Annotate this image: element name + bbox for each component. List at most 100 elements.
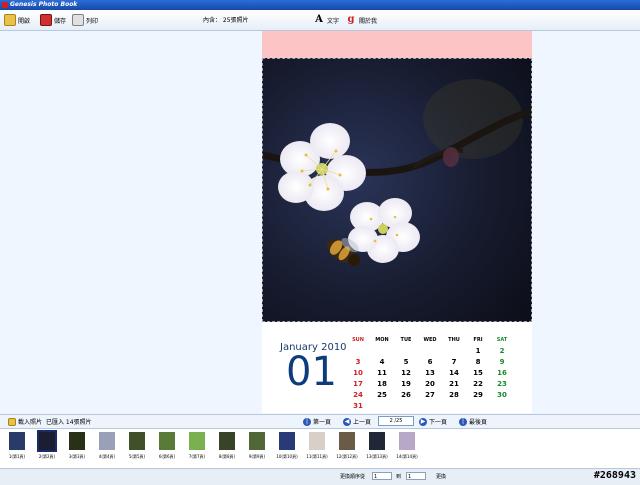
swap-button[interactable]: 更換 [436, 473, 446, 480]
calendar-week-row: 3 4 5 6 7 8 9 [346, 357, 514, 368]
photo-plum-blossom-bee [263, 59, 531, 321]
font-button[interactable]: A 文字 [313, 13, 339, 27]
calendar-date: 16 [497, 369, 507, 377]
arrow-right-icon: ▶ [419, 417, 427, 426]
calendar-weekday-row: SUN MON TUE WED THU FRI SAT [346, 335, 514, 346]
thumbnail-item[interactable]: 11(第11頁) [302, 432, 332, 466]
calendar-date: 13 [425, 369, 435, 377]
calendar-date: 26 [401, 391, 411, 399]
thumbnail-image [37, 430, 57, 452]
calendar-date: 1 [475, 347, 481, 355]
calendar-date: 23 [497, 380, 507, 388]
thumbnail-image [189, 432, 205, 450]
calendar-date: 24 [353, 391, 363, 399]
next-page-label: 下一頁 [429, 419, 448, 426]
calendar-weekday: TUE [400, 337, 412, 343]
thumbnail-item[interactable]: 9(第9頁) [242, 432, 272, 466]
calendar-date: 3 [355, 358, 361, 366]
thumbnail-item[interactable]: 14(第14頁) [392, 432, 422, 466]
prev-page-label: 上一頁 [353, 419, 372, 426]
printer-icon [72, 14, 84, 26]
page-photo[interactable] [262, 58, 532, 322]
calendar-week-row: 12 [346, 346, 514, 357]
calendar-date: 22 [473, 380, 483, 388]
calendar-date: 27 [425, 391, 435, 399]
toolbar: 開啟 儲存 列印 A 文字 g 關於我 [0, 10, 640, 31]
open-button[interactable]: 開啟 [4, 13, 30, 27]
save-button[interactable]: 儲存 [40, 13, 66, 27]
next-page-button[interactable]: ▶ 下一頁 [419, 417, 447, 426]
thumbnail-label: 8(第8頁) [218, 454, 236, 459]
thumbnail-label: 2(第2頁) [38, 454, 56, 459]
thumbnail-item[interactable]: 7(第7頁) [182, 432, 212, 466]
thumbnail-item[interactable]: 8(第8頁) [212, 432, 242, 466]
calendar-date [370, 401, 394, 412]
calendar-date: 29 [473, 391, 483, 399]
calendar-date [418, 401, 442, 412]
thumbnail-item[interactable]: 5(第5頁) [122, 432, 152, 466]
window-title: Genesis Photo Book [10, 1, 78, 8]
calendar-weekday: WED [423, 337, 437, 343]
thumbnail-label: 12(第12頁) [336, 454, 358, 459]
print-button[interactable]: 列印 [72, 13, 98, 27]
title-bar: Genesis Photo Book [0, 0, 640, 10]
thumbnail-image [309, 432, 325, 450]
thumbnail-image [99, 432, 115, 450]
first-page-button[interactable]: | 第一頁 [303, 417, 331, 426]
calendar-date: 14 [449, 369, 459, 377]
navigation-bar: 載入照片 已匯入 14張照片 | 第一頁 ◀ 上一頁 ▶ 下一頁 | 最後頁 [0, 414, 640, 428]
thumbnail-image [249, 432, 265, 450]
reorder-label: 更換順序從 [340, 474, 366, 480]
thumbnail-label: 7(第7頁) [188, 454, 206, 459]
calendar-date: 20 [425, 380, 435, 388]
calendar-weekday: FRI [473, 337, 483, 343]
load-photos-label: 載入照片 [18, 419, 43, 426]
thumbnail-image [369, 432, 385, 450]
thumbnail-image [219, 432, 235, 450]
thumbnail-item[interactable]: 4(第4頁) [92, 432, 122, 466]
last-page-button[interactable]: | 最後頁 [459, 417, 487, 426]
calendar-date: 7 [451, 358, 457, 366]
thumbnail-label: 3(第3頁) [68, 454, 86, 459]
thumbnail-item[interactable]: 6(第6頁) [152, 432, 182, 466]
loaded-count: 已匯入 14張照片 [46, 419, 92, 426]
thumbnail-item[interactable]: 2(第2頁) [32, 430, 62, 466]
calendar-date: 21 [449, 380, 459, 388]
thumbnail-image [159, 432, 175, 450]
calendar-date: 17 [353, 380, 363, 388]
about-icon: g [347, 14, 355, 25]
thumbnail-item[interactable]: 12(第12頁) [332, 432, 362, 466]
calendar-date: 18 [377, 380, 387, 388]
thumbnail-item[interactable]: 10(第10頁) [272, 432, 302, 466]
calendar-date [442, 346, 466, 357]
thumbnail-item[interactable]: 3(第3頁) [62, 432, 92, 466]
thumbnail-item[interactable]: 13(第13頁) [362, 432, 392, 466]
thumbnail-label: 5(第5頁) [128, 454, 146, 459]
folder-open-icon [4, 14, 16, 26]
calendar-date: 6 [427, 358, 433, 366]
calendar-week-row: 10 11 12 13 14 15 16 [346, 368, 514, 379]
calendar-date: 9 [499, 358, 505, 366]
first-page-icon: | [303, 417, 311, 426]
prev-page-button[interactable]: ◀ 上一頁 [343, 417, 371, 426]
calendar-week-row: 17 18 19 20 21 22 23 [346, 379, 514, 390]
reorder-to-input[interactable]: 1 [406, 472, 426, 480]
thumbnail-item[interactable]: 1(第1頁) [2, 432, 32, 466]
font-icon: A [315, 14, 323, 25]
calendar-date: 25 [377, 391, 387, 399]
calendar-date: 10 [353, 369, 363, 377]
calendar-page: January 2010 01 SUN MON TUE WED THU FRI SAT 1 2 3… [262, 31, 532, 413]
calendar-grid: SUN MON TUE WED THU FRI SAT 1 2 3 4 5 6 7 8 9 10 11 12 13 14… [346, 335, 514, 412]
load-photos-button[interactable]: 載入照片 [8, 417, 42, 426]
calendar-date [466, 401, 490, 412]
calendar-weekday: SUN [352, 337, 364, 343]
first-page-label: 第一頁 [313, 419, 332, 426]
about-button[interactable]: g 關於我 [345, 13, 378, 27]
reorder-to-label: 到 [396, 474, 402, 480]
page-indicator-input[interactable]: 2 /25 [378, 416, 414, 426]
reorder-from-input[interactable]: 1 [372, 472, 392, 480]
calendar-date [394, 346, 418, 357]
calendar-date: 4 [379, 358, 385, 366]
thumbnail-label: 14(第14頁) [396, 454, 418, 459]
thumbnail-image [129, 432, 145, 450]
